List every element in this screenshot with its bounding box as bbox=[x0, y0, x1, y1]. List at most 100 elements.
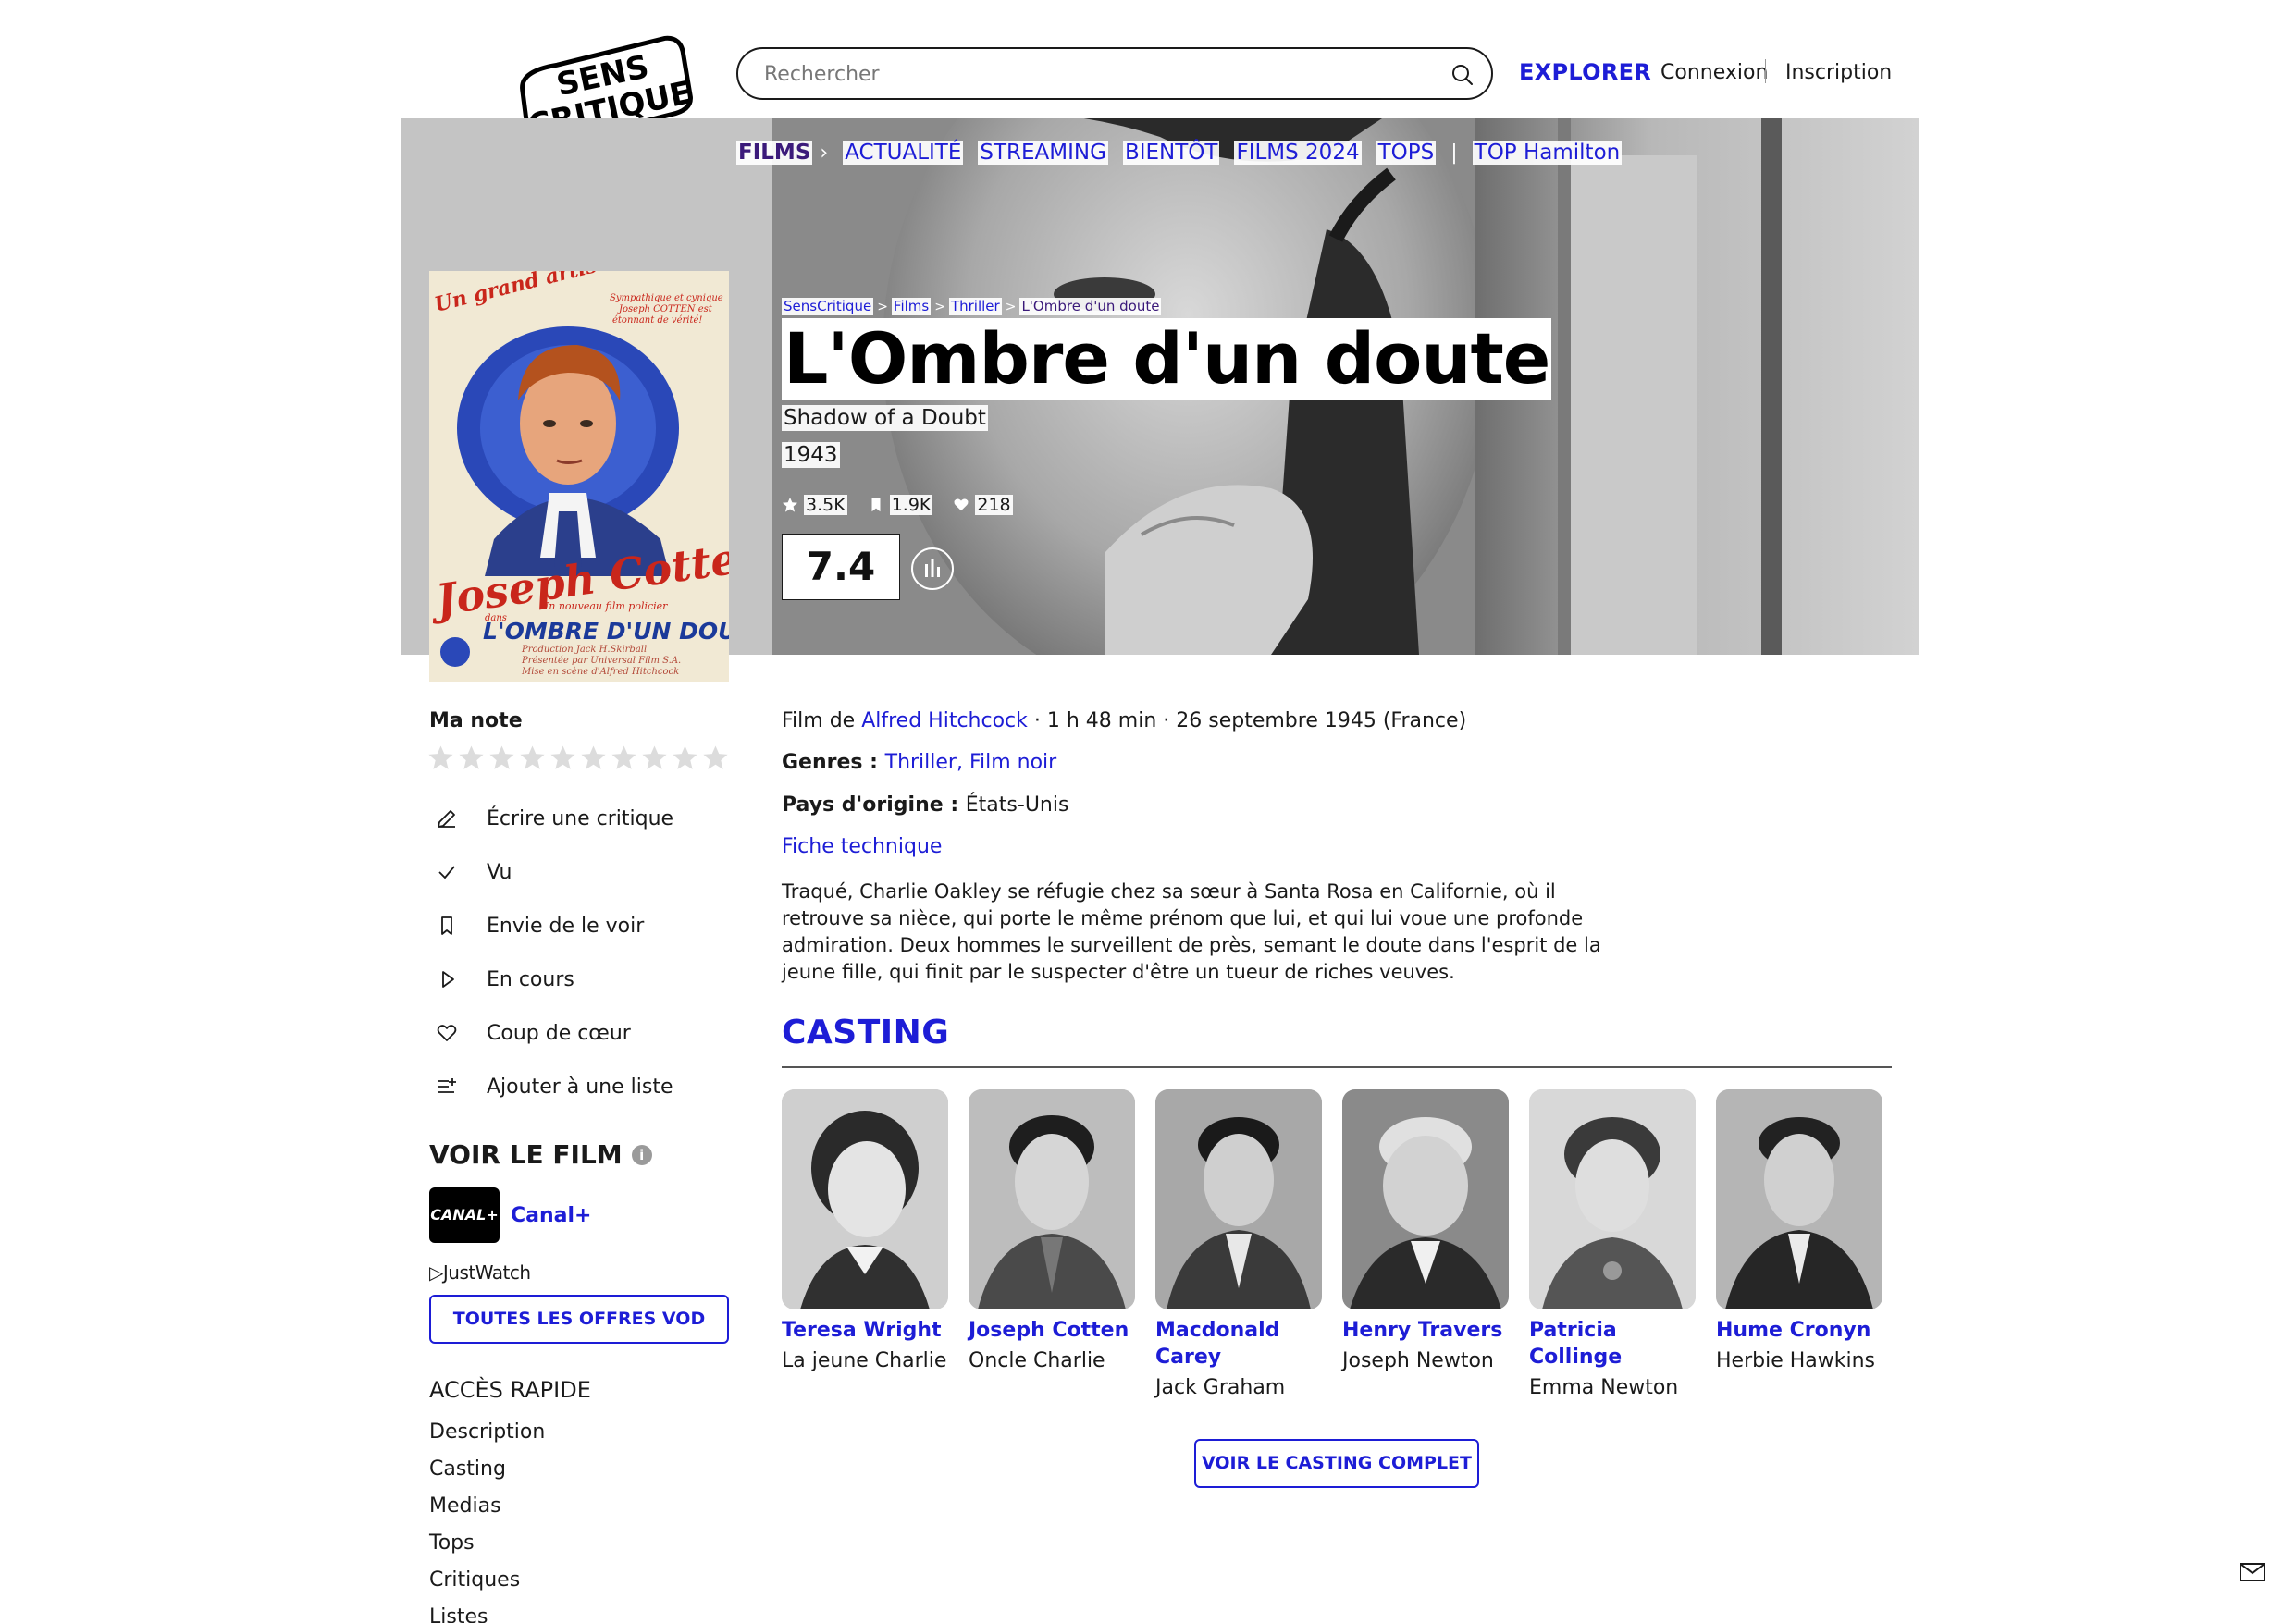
original-title: Shadow of a Doubt bbox=[782, 405, 988, 431]
canal-plus-link[interactable]: Canal+ bbox=[511, 1204, 591, 1227]
quick-link-listes[interactable]: Listes bbox=[429, 1605, 488, 1623]
login-link[interactable]: Connexion bbox=[1660, 61, 1768, 84]
cast-card[interactable]: Hume Cronyn Herbie Hawkins bbox=[1716, 1089, 1884, 1374]
genres-line: Genres : Thriller, Film noir bbox=[782, 751, 1056, 774]
film-by-label: Film de bbox=[782, 709, 862, 732]
search-bar[interactable] bbox=[736, 47, 1493, 100]
subnav-item-tops[interactable]: TOPS bbox=[1376, 141, 1437, 165]
actor-photo[interactable] bbox=[1155, 1089, 1322, 1309]
heart-icon bbox=[437, 1025, 457, 1041]
cast-card[interactable]: Patricia Collinge Emma Newton bbox=[1529, 1089, 1697, 1401]
breadcrumb-separator: > bbox=[877, 299, 888, 314]
search-icon[interactable] bbox=[1450, 63, 1475, 87]
check-icon bbox=[438, 866, 455, 879]
bar-chart-icon bbox=[925, 559, 940, 577]
actor-photo[interactable] bbox=[1716, 1089, 1882, 1309]
rating-star-6[interactable] bbox=[580, 744, 607, 771]
film-poster[interactable]: Un grand artiste! Sympathique et cynique… bbox=[429, 271, 729, 682]
cast-card[interactable]: Henry Travers Joseph Newton bbox=[1342, 1089, 1511, 1374]
favorites-stat[interactable]: 218 bbox=[953, 495, 1013, 515]
actor-photo[interactable] bbox=[1342, 1089, 1509, 1309]
rating-star-10[interactable] bbox=[702, 744, 729, 771]
actor-photo[interactable] bbox=[782, 1089, 948, 1309]
rating-star-1[interactable] bbox=[427, 744, 454, 771]
full-casting-button[interactable]: VOIR LE CASTING COMPLET bbox=[1194, 1439, 1479, 1488]
actor-name[interactable]: Macdonald Carey bbox=[1155, 1317, 1324, 1371]
director-link[interactable]: Alfred Hitchcock bbox=[861, 709, 1028, 732]
in-progress-button[interactable]: En cours bbox=[435, 967, 574, 991]
actor-name[interactable]: Patricia Collinge bbox=[1529, 1317, 1697, 1371]
breadcrumb: SensCritique > Films > Thriller > L'Ombr… bbox=[782, 298, 1162, 315]
quick-link-critiques[interactable]: Critiques bbox=[429, 1568, 520, 1592]
svg-text:Joseph COTTEN est: Joseph COTTEN est bbox=[617, 304, 713, 314]
release-year: 1943 bbox=[782, 442, 840, 468]
add-list-icon bbox=[438, 1078, 456, 1093]
explorer-link[interactable]: EXPLORER bbox=[1519, 59, 1651, 85]
subnav-item-top-hamilton[interactable]: TOP Hamilton bbox=[1472, 141, 1623, 165]
wishlist-button[interactable]: Envie de le voir bbox=[435, 914, 644, 938]
subnav-item-actualite[interactable]: ACTUALITÉ bbox=[843, 141, 964, 165]
star-icon bbox=[782, 497, 798, 512]
quick-link-medias[interactable]: Medias bbox=[429, 1494, 501, 1518]
ratings-stat[interactable]: 3.5K bbox=[782, 495, 847, 515]
svg-text:Production Jack H.Skirball: Production Jack H.Skirball bbox=[521, 645, 647, 655]
canal-plus-logo[interactable]: CANAL+ bbox=[429, 1187, 500, 1243]
write-review-button[interactable]: Écrire une critique bbox=[435, 806, 673, 830]
quick-link-tops[interactable]: Tops bbox=[429, 1531, 475, 1555]
signup-link[interactable]: Inscription bbox=[1785, 61, 1892, 84]
bookmark-icon bbox=[871, 498, 881, 512]
country-line: Pays d'origine : États-Unis bbox=[782, 793, 1068, 817]
breadcrumb-thriller[interactable]: Thriller bbox=[948, 298, 1002, 315]
rating-star-8[interactable] bbox=[641, 744, 668, 771]
genres-links[interactable]: Thriller, Film noir bbox=[885, 751, 1057, 774]
actor-name[interactable]: Teresa Wright bbox=[782, 1317, 950, 1344]
average-score: 7.4 bbox=[782, 534, 900, 600]
svg-text:Présentée par Universal Film S: Présentée par Universal Film S.A. bbox=[521, 656, 681, 666]
breadcrumb-current: L'Ombre d'un doute bbox=[1019, 298, 1162, 315]
action-label: En cours bbox=[487, 967, 574, 991]
quick-link-description[interactable]: Description bbox=[429, 1420, 545, 1444]
film-meta-details: · 1 h 48 min · 26 septembre 1945 (France… bbox=[1027, 709, 1467, 732]
rating-star-7[interactable] bbox=[611, 744, 637, 771]
subnav-item-films[interactable]: FILMS bbox=[736, 141, 813, 165]
score-distribution-button[interactable] bbox=[911, 547, 954, 590]
subnav-item-bientot[interactable]: BIENTÔT bbox=[1122, 141, 1220, 165]
character-name: Jack Graham bbox=[1155, 1376, 1286, 1399]
actor-name[interactable]: Hume Cronyn bbox=[1716, 1317, 1884, 1344]
rating-star-9[interactable] bbox=[672, 744, 698, 771]
cast-card[interactable]: Teresa Wright La jeune Charlie bbox=[782, 1089, 950, 1374]
wishlist-stat[interactable]: 1.9K bbox=[868, 495, 933, 515]
mail-icon[interactable] bbox=[2239, 1561, 2266, 1583]
page-title: L'Ombre d'un doute bbox=[782, 317, 1552, 400]
actor-name[interactable]: Henry Travers bbox=[1342, 1317, 1511, 1344]
action-label: Envie de le voir bbox=[487, 914, 645, 938]
justwatch-play-icon: ▷ bbox=[429, 1261, 443, 1284]
breadcrumb-separator: > bbox=[934, 299, 945, 314]
cast-card[interactable]: Joseph Cotten Oncle Charlie bbox=[969, 1089, 1137, 1374]
country-label: Pays d'origine : bbox=[782, 793, 966, 817]
seen-button[interactable]: Vu bbox=[435, 860, 512, 884]
character-name: Oncle Charlie bbox=[969, 1349, 1105, 1372]
rating-star-3[interactable] bbox=[488, 744, 515, 771]
actor-photo[interactable] bbox=[969, 1089, 1135, 1309]
subnav-item-films-2024[interactable]: FILMS 2024 bbox=[1234, 141, 1362, 165]
all-vod-offers-button[interactable]: TOUTES LES OFFRES VOD bbox=[429, 1295, 729, 1344]
country-value: États-Unis bbox=[965, 793, 1069, 817]
justwatch-logo[interactable]: ▷JustWatch bbox=[429, 1261, 531, 1284]
rating-star-4[interactable] bbox=[519, 744, 546, 771]
actor-name[interactable]: Joseph Cotten bbox=[969, 1317, 1137, 1344]
rating-star-2[interactable] bbox=[458, 744, 485, 771]
subnav-divider: | bbox=[1450, 141, 1458, 165]
search-input[interactable] bbox=[764, 58, 1412, 90]
subnav-item-streaming[interactable]: STREAMING bbox=[978, 141, 1108, 165]
rating-star-5[interactable] bbox=[549, 744, 576, 771]
quick-link-casting[interactable]: Casting bbox=[429, 1457, 506, 1481]
info-icon[interactable]: i bbox=[631, 1144, 652, 1165]
cast-card[interactable]: Macdonald Carey Jack Graham bbox=[1155, 1089, 1324, 1401]
technical-sheet-link[interactable]: Fiche technique bbox=[782, 835, 942, 858]
actor-photo[interactable] bbox=[1529, 1089, 1696, 1309]
breadcrumb-senscritique[interactable]: SensCritique bbox=[782, 298, 874, 315]
favorite-button[interactable]: Coup de cœur bbox=[435, 1021, 631, 1045]
add-to-list-button[interactable]: Ajouter à une liste bbox=[435, 1075, 673, 1099]
breadcrumb-films[interactable]: Films bbox=[891, 298, 932, 315]
